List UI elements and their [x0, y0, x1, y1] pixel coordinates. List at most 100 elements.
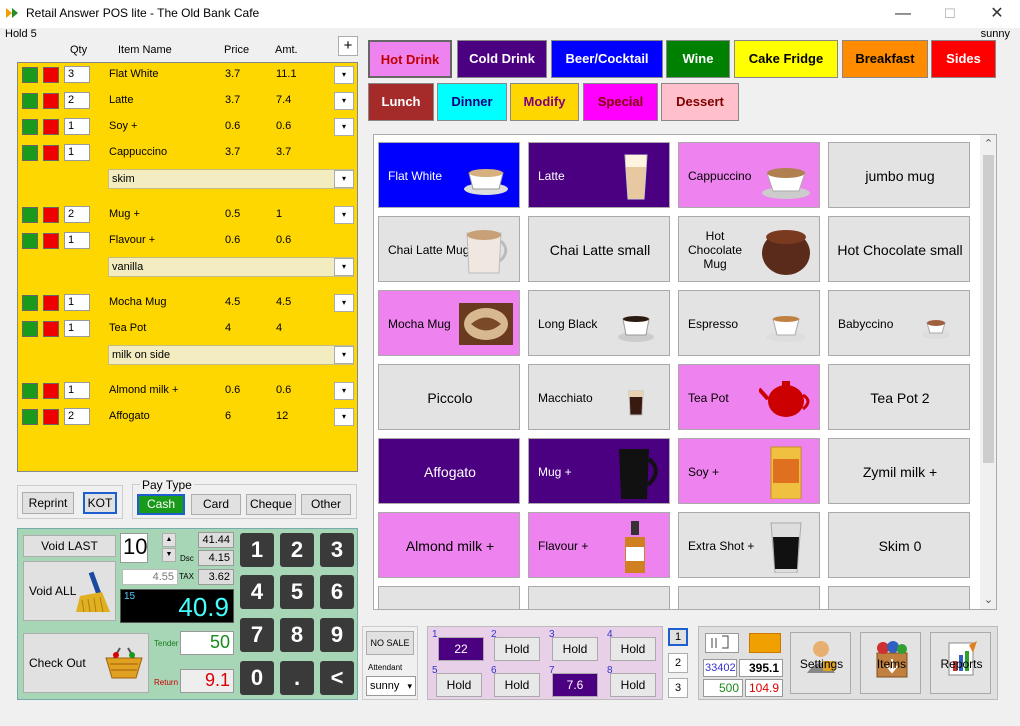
key-3[interactable]: 3 — [320, 533, 354, 567]
card-button[interactable]: Card — [191, 494, 241, 515]
key-2[interactable]: 2 — [280, 533, 314, 567]
order-row[interactable]: 2 Affogato 6 12 ▾ — [18, 407, 359, 427]
category-breakfast[interactable]: Breakfast — [842, 40, 928, 78]
increase-qty-button[interactable] — [22, 67, 38, 83]
category-wine[interactable]: Wine — [666, 40, 730, 78]
qty-field[interactable]: 1 — [64, 144, 90, 161]
decrease-qty-button[interactable] — [43, 145, 59, 161]
decrease-qty-button[interactable] — [43, 233, 59, 249]
category-cold-drink[interactable]: Cold Drink — [457, 40, 547, 78]
cash-button[interactable]: Cash — [137, 494, 185, 515]
order-row[interactable]: 1 Mocha Mug 4.5 4.5 ▾ — [18, 293, 359, 313]
modifier-dropdown-button[interactable]: ▾ — [334, 258, 354, 276]
increase-qty-button[interactable] — [22, 233, 38, 249]
hold-slot-1[interactable]: 22 — [438, 637, 484, 661]
modifier-select[interactable]: milk on side ▾ — [108, 345, 354, 365]
qty-entry[interactable]: 10 — [120, 533, 148, 563]
key-5[interactable]: 5 — [280, 575, 314, 609]
void-all-button[interactable]: Void ALL — [23, 561, 116, 621]
decrease-qty-button[interactable] — [43, 119, 59, 135]
decrease-qty-button[interactable] — [43, 295, 59, 311]
add-line-button[interactable]: + — [338, 36, 358, 56]
key-6[interactable]: 6 — [320, 575, 354, 609]
menu-item-tea-pot[interactable]: Tea Pot — [678, 364, 820, 430]
kot-button[interactable]: KOT — [83, 492, 117, 514]
row-dropdown-button[interactable]: ▾ — [334, 382, 354, 400]
hold-slot-7[interactable]: 7.6 — [552, 673, 598, 697]
qty-field[interactable]: 1 — [64, 294, 90, 311]
settings-button[interactable]: Settings — [790, 632, 851, 694]
category-lunch[interactable]: Lunch — [368, 83, 434, 121]
hold-slot-6[interactable]: Hold — [494, 673, 540, 697]
key-7[interactable]: 7 — [240, 618, 274, 652]
key-4[interactable]: 4 — [240, 575, 274, 609]
menu-item-latte[interactable]: Latte — [528, 142, 670, 208]
key-icon[interactable] — [749, 633, 781, 653]
menu-item-next-row[interactable] — [528, 586, 670, 609]
void-last-button[interactable]: Void LAST — [23, 535, 116, 557]
decrease-qty-button[interactable] — [43, 207, 59, 223]
scroll-thumb[interactable] — [983, 155, 994, 463]
qty-field[interactable]: 1 — [64, 382, 90, 399]
row-dropdown-button[interactable]: ▾ — [334, 66, 354, 84]
minimize-button[interactable]: — — [880, 0, 926, 28]
menu-item-mocha-mug[interactable]: Mocha Mug — [378, 290, 520, 356]
row-dropdown-button[interactable]: ▾ — [334, 118, 354, 136]
order-row[interactable]: 1 Almond milk + 0.6 0.6 ▾ — [18, 381, 359, 401]
menu-item-next-row[interactable] — [378, 586, 520, 609]
row-dropdown-button[interactable]: ▾ — [334, 408, 354, 426]
modifier-select[interactable]: vanilla ▾ — [108, 257, 354, 277]
decrease-qty-button[interactable] — [43, 67, 59, 83]
qty-field[interactable]: 2 — [64, 408, 90, 425]
order-row[interactable]: 1 Tea Pot 4 4 — [18, 319, 359, 339]
order-row[interactable]: 1 Cappuccino 3.7 3.7 — [18, 143, 359, 163]
category-hot-drink[interactable]: Hot Drink — [368, 40, 452, 78]
increase-qty-button[interactable] — [22, 93, 38, 109]
no-sale-button[interactable]: NO SALE — [366, 631, 414, 655]
menu-item-zymil-milk[interactable]: Zymil milk + — [828, 438, 970, 504]
menu-item-mug[interactable]: Mug + — [528, 438, 670, 504]
close-button[interactable]: ✕ — [974, 0, 1020, 28]
increase-qty-button[interactable] — [22, 383, 38, 399]
modifier-dropdown-button[interactable]: ▾ — [334, 346, 354, 364]
menu-item-tea-pot-2[interactable]: Tea Pot 2 — [828, 364, 970, 430]
row-dropdown-button[interactable]: ▾ — [334, 294, 354, 312]
menu-item-piccolo[interactable]: Piccolo — [378, 364, 520, 430]
qty-down-button[interactable]: ▼ — [162, 548, 176, 562]
items-button[interactable]: Items — [860, 632, 921, 694]
drawer-icon[interactable] — [705, 633, 739, 653]
qty-up-button[interactable]: ▲ — [162, 533, 176, 547]
maximize-button[interactable]: ☐ — [927, 0, 973, 28]
order-row[interactable]: 3 Flat White 3.7 11.1 ▾ — [18, 65, 359, 85]
attendant-select[interactable]: sunny ▾ — [366, 676, 416, 696]
qty-field[interactable]: 2 — [64, 206, 90, 223]
menu-item-macchiato[interactable]: Macchiato — [528, 364, 670, 430]
modifier-select[interactable]: skim ▾ — [108, 169, 354, 189]
key-decimal[interactable]: . — [280, 661, 314, 695]
menu-item-extra-shot[interactable]: Extra Shot + — [678, 512, 820, 578]
menu-item-jumbo-mug[interactable]: jumbo mug — [828, 142, 970, 208]
qty-field[interactable]: 1 — [64, 320, 90, 337]
qty-field[interactable]: 1 — [64, 232, 90, 249]
key-1[interactable]: 1 — [240, 533, 274, 567]
reports-button[interactable]: Reports — [930, 632, 991, 694]
category-beer-cocktail[interactable]: Beer/Cocktail — [551, 40, 663, 78]
category-sides[interactable]: Sides — [931, 40, 996, 78]
menu-item-chai-latte-mug[interactable]: Chai Latte Mug — [378, 216, 520, 282]
row-dropdown-button[interactable]: ▾ — [334, 206, 354, 224]
qty-field[interactable]: 3 — [64, 66, 90, 83]
increase-qty-button[interactable] — [22, 119, 38, 135]
key-backspace[interactable]: < — [320, 661, 354, 695]
menu-item-soy[interactable]: Soy + — [678, 438, 820, 504]
qty-field[interactable]: 1 — [64, 118, 90, 135]
menu-item-almond-milk[interactable]: Almond milk + — [378, 512, 520, 578]
scroll-down-button[interactable]: ⌄ — [980, 593, 996, 607]
menu-item-espresso[interactable]: Espresso — [678, 290, 820, 356]
hold-page-3[interactable]: 3 — [668, 678, 688, 698]
menu-item-affogato[interactable]: Affogato — [378, 438, 520, 504]
menu-item-hot-chocolate-mug[interactable]: Hot Chocolate Mug — [678, 216, 820, 282]
category-special[interactable]: Special — [583, 83, 658, 121]
hold-slot-8[interactable]: Hold — [610, 673, 656, 697]
row-dropdown-button[interactable]: ▾ — [334, 92, 354, 110]
decrease-qty-button[interactable] — [43, 409, 59, 425]
